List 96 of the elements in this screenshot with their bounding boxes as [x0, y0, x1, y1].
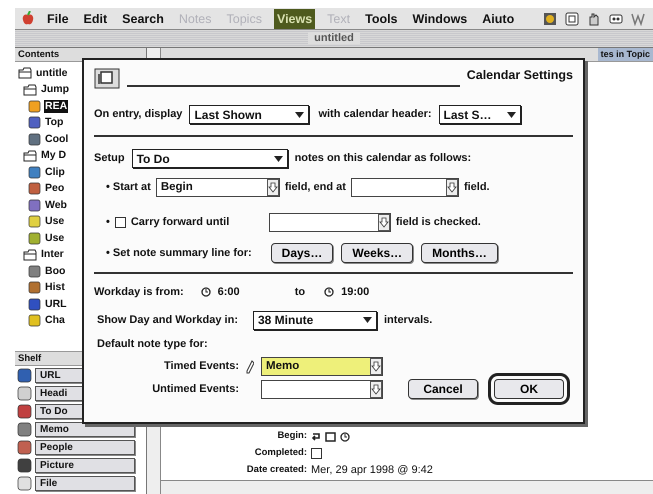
- menu-item[interactable]: Windows: [410, 8, 470, 28]
- shelf-item[interactable]: People: [35, 440, 135, 454]
- shelf-item[interactable]: Picture: [35, 458, 135, 472]
- note-icon[interactable]: [17, 440, 32, 454]
- clock-icon: [340, 432, 350, 442]
- arrow-down-icon: [378, 214, 390, 231]
- note-icon[interactable]: [17, 458, 32, 472]
- summary-button[interactable]: Days…: [270, 243, 334, 263]
- input-field[interactable]: [350, 178, 459, 197]
- folder-icon: [23, 84, 37, 96]
- dialog-title: Calendar Settings: [466, 67, 573, 84]
- tree-item[interactable]: Boo: [44, 264, 66, 278]
- window-title: untitled: [308, 32, 360, 44]
- tree-item[interactable]: Web: [44, 198, 68, 212]
- input-field[interactable]: [261, 380, 383, 398]
- caret-icon: [363, 317, 372, 323]
- clock-icon: [324, 287, 334, 298]
- field-label: with calendar header:: [318, 107, 432, 122]
- menu-item[interactable]: Tools: [362, 8, 401, 28]
- caret-icon: [295, 112, 304, 118]
- field-label: to: [294, 285, 306, 300]
- note-icon[interactable]: [17, 422, 32, 436]
- menu-item[interactable]: File: [44, 8, 72, 28]
- arrow-down-icon: [370, 358, 382, 375]
- field-label: field, end at: [284, 180, 346, 196]
- summary-button[interactable]: Months…: [421, 243, 498, 263]
- field-label: On entry, display: [94, 107, 182, 122]
- field-label: Timed Events:: [163, 359, 239, 374]
- scroll-bar[interactable]: [161, 480, 653, 494]
- clock-icon: [200, 287, 211, 298]
- note-icon[interactable]: [17, 404, 32, 418]
- field-label: Workday is from:: [94, 285, 184, 300]
- arrow-down-icon: [266, 179, 279, 196]
- field-label: field.: [464, 180, 490, 196]
- field-label: notes on this calendar as follows:: [294, 151, 472, 166]
- time-value[interactable]: 6:00: [218, 284, 240, 300]
- app-icon[interactable]: [543, 12, 557, 26]
- checkbox[interactable]: [311, 448, 322, 459]
- arrow-down-icon: [370, 380, 382, 398]
- field-label: Show Day and Workday in:: [97, 312, 238, 328]
- shelf-item[interactable]: File: [35, 476, 135, 490]
- field-label: • Set note summary line for:: [106, 246, 252, 261]
- tree-item[interactable]: Use: [44, 232, 66, 245]
- tree-item[interactable]: untitle: [35, 66, 68, 80]
- return-icon: [311, 432, 321, 442]
- caret-icon: [274, 156, 283, 162]
- note-icon[interactable]: [17, 368, 32, 382]
- input-field[interactable]: [268, 213, 391, 232]
- dropdown[interactable]: Last Shown: [189, 105, 310, 124]
- tree-item[interactable]: Use: [44, 215, 66, 228]
- field-label: Begin:: [276, 429, 308, 444]
- field-label: Default note type for:: [97, 336, 208, 352]
- dropdown[interactable]: 38 Minute: [253, 310, 377, 330]
- tree-item[interactable]: Cha: [44, 314, 66, 328]
- field-label: Completed:: [254, 446, 308, 460]
- note-icon[interactable]: [17, 476, 32, 490]
- field-label: field is checked.: [396, 215, 481, 230]
- dialog-button[interactable]: Cancel: [408, 379, 478, 399]
- dropdown[interactable]: To Do: [132, 149, 288, 168]
- tree-item[interactable]: Jump: [40, 83, 70, 96]
- tree-item[interactable]: My D: [40, 149, 68, 162]
- folder-icon: [23, 150, 37, 162]
- note-icon[interactable]: [17, 386, 32, 400]
- column-header[interactable]: tes in Topic: [598, 48, 653, 61]
- field-label: • Start at: [106, 180, 151, 196]
- folder-icon: [23, 248, 37, 261]
- time-value[interactable]: 19:00: [341, 284, 370, 300]
- input-field[interactable]: Begin: [156, 178, 280, 197]
- tree-item[interactable]: Top: [44, 116, 64, 130]
- menu-item[interactable]: Search: [119, 8, 167, 28]
- tree-item[interactable]: Peo: [44, 182, 66, 196]
- caret-icon: [506, 112, 516, 118]
- checkbox-label[interactable]: Carry forward until: [130, 214, 264, 231]
- tree-item[interactable]: Inter: [40, 248, 65, 262]
- menu-item[interactable]: Aiuto: [479, 8, 518, 28]
- field-label: intervals.: [384, 312, 432, 328]
- field-label: Setup: [94, 151, 125, 166]
- field-label: Date created:: [246, 463, 308, 478]
- tree-item[interactable]: Cool: [44, 132, 70, 146]
- bullet: •: [106, 215, 110, 230]
- arrow-down-icon: [446, 179, 458, 196]
- apple-icon[interactable]: [21, 11, 35, 26]
- input-field[interactable]: Memo: [261, 357, 383, 376]
- menu-item[interactable]: Edit: [80, 8, 110, 28]
- tree-item[interactable]: Clip: [44, 166, 66, 179]
- dropdown[interactable]: Last S…: [438, 105, 521, 124]
- field-label: Untimed Events:: [151, 382, 239, 397]
- folder-icon: [18, 67, 32, 80]
- field-value: Mer, 29 apr 1998 @ 9:42: [311, 463, 433, 478]
- tree-item[interactable]: Hist: [44, 281, 66, 294]
- pencil-icon: [246, 360, 254, 374]
- tree-item[interactable]: REA: [44, 100, 68, 113]
- menu-item[interactable]: Views: [274, 8, 316, 28]
- checkbox[interactable]: [114, 217, 126, 228]
- tree-item[interactable]: URL: [44, 298, 68, 311]
- summary-button[interactable]: Weeks…: [341, 243, 414, 263]
